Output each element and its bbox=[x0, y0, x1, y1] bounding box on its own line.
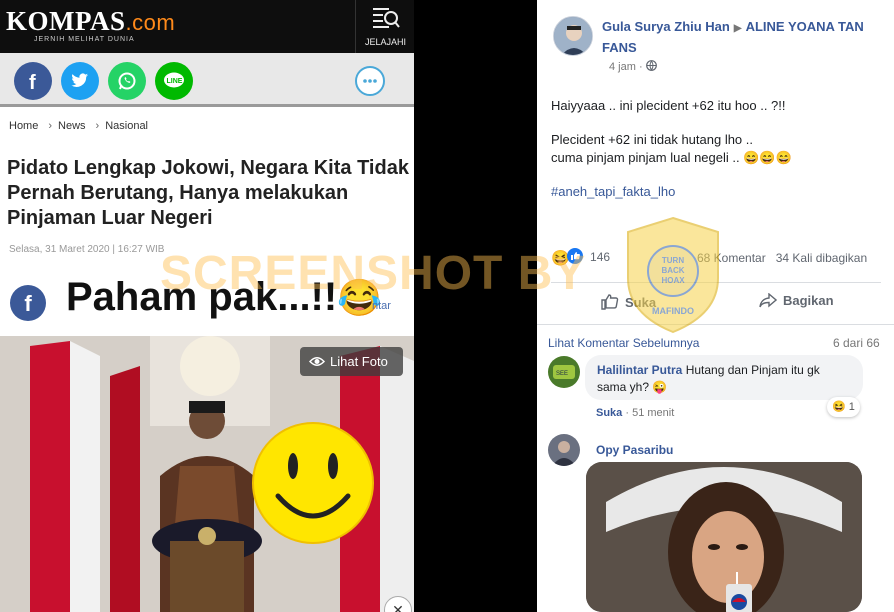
share-button[interactable]: Bagikan bbox=[759, 292, 834, 308]
kompas-article-panel: KOMPAS.com JERNIH MELIHAT DUNIA JELAJAHI… bbox=[0, 0, 414, 612]
jelajahi-menu-button[interactable]: JELAJAHI bbox=[355, 0, 414, 53]
share-whatsapp-button[interactable] bbox=[108, 62, 146, 100]
woman-drinking-soda-image bbox=[586, 462, 862, 612]
comment-image[interactable] bbox=[586, 462, 862, 612]
shares-count[interactable]: 34 Kali dibagikan bbox=[776, 251, 867, 265]
svg-text:SEE: SEE bbox=[556, 371, 568, 377]
kompas-logo-text: KOMPAS bbox=[6, 6, 126, 36]
breadcrumb-separator: › bbox=[48, 120, 53, 132]
jelajahi-label: JELAJAHI bbox=[364, 37, 406, 47]
share-line-button[interactable]: LINE bbox=[155, 62, 193, 100]
facebook-icon: f bbox=[29, 72, 36, 94]
comment-pagination-count: 6 dari 66 bbox=[833, 336, 880, 350]
comment-reaction-badge[interactable]: 😆 1 bbox=[827, 397, 860, 417]
post-time[interactable]: 4 jam bbox=[609, 61, 636, 73]
kompas-logo-suffix: .com bbox=[125, 10, 176, 35]
breadcrumb-separator: › bbox=[95, 120, 100, 132]
avatar[interactable]: SEE bbox=[548, 356, 580, 388]
post-author-line: Gula Surya Zhiu Han ▶ ALINE YOANA TAN FANS bbox=[602, 17, 887, 57]
profile-photo-icon bbox=[554, 17, 592, 55]
commenter-photo-icon: SEE bbox=[548, 356, 580, 388]
globe-icon bbox=[645, 60, 657, 71]
stamp-center-line-2: BACK bbox=[661, 266, 684, 275]
breadcrumb-home[interactable]: Home bbox=[9, 120, 38, 132]
haha-reaction-icon: 😆 bbox=[832, 401, 846, 413]
thumbs-up-icon bbox=[601, 294, 619, 310]
avatar[interactable] bbox=[548, 434, 580, 466]
facebook-icon[interactable]: f bbox=[10, 285, 46, 321]
article-photo bbox=[0, 336, 414, 612]
cut-off-text: ntar bbox=[372, 300, 391, 312]
reaction-count: 146 bbox=[590, 250, 611, 264]
avatar[interactable] bbox=[553, 16, 593, 56]
post-meta: 4 jam · bbox=[609, 60, 657, 73]
share-twitter-button[interactable] bbox=[61, 62, 99, 100]
comment-bubble: Halilintar Putra Hutang dan Pinjam itu g… bbox=[585, 355, 863, 400]
commenter-name[interactable]: Opy Pasaribu bbox=[596, 443, 673, 457]
watermark-text: SCREENSHOT BY bbox=[160, 247, 587, 300]
turn-back-hoax-logo: TURN BACK HOAX MAFINDO bbox=[627, 216, 719, 334]
share-facebook-button[interactable]: f bbox=[14, 62, 52, 100]
comment-time[interactable]: 51 menit bbox=[632, 407, 674, 419]
menu-search-icon bbox=[373, 8, 400, 28]
view-photo-button[interactable]: Lihat Foto bbox=[300, 347, 403, 376]
commenter-photo-icon bbox=[548, 434, 580, 466]
comment-meta: Suka · 51 menit bbox=[596, 407, 675, 419]
breadcrumb-news[interactable]: News bbox=[58, 120, 86, 132]
kompas-header: KOMPAS.com JERNIH MELIHAT DUNIA JELAJAHI bbox=[0, 0, 414, 53]
kompas-logo[interactable]: KOMPAS.com bbox=[6, 6, 175, 37]
chat-bubble-icon bbox=[363, 79, 377, 83]
share-more-button[interactable] bbox=[355, 66, 385, 96]
stamp-center-line-1: TURN bbox=[662, 256, 684, 265]
caret-right-icon: ▶ bbox=[733, 23, 742, 34]
line-icon: LINE bbox=[164, 72, 184, 88]
share-label: Bagikan bbox=[783, 293, 834, 308]
share-arrow-icon bbox=[759, 292, 778, 308]
screenshot-root: KOMPAS.com JERNIH MELIHAT DUNIA JELAJAHI… bbox=[0, 0, 894, 612]
stamp-bottom-text: MAFINDO bbox=[652, 306, 694, 316]
comment-reaction-count: 1 bbox=[848, 401, 855, 413]
whatsapp-icon bbox=[118, 72, 136, 90]
post-text: Haiyyaaa .. ini plecident +62 itu hoo ..… bbox=[551, 97, 881, 217]
view-photo-label: Lihat Foto bbox=[330, 354, 388, 369]
eye-icon bbox=[309, 357, 325, 366]
twitter-icon bbox=[71, 73, 88, 87]
post-paragraph: Haiyyaaa .. ini plecident +62 itu hoo ..… bbox=[551, 98, 786, 113]
kompas-tagline: JERNIH MELIHAT DUNIA bbox=[34, 36, 135, 43]
post-author-name[interactable]: Gula Surya Zhiu Han bbox=[602, 19, 730, 34]
post-paragraph: Plecident +62 ini tidak hutang lho .. cum… bbox=[551, 131, 881, 167]
svg-text:LINE: LINE bbox=[167, 78, 183, 85]
share-bar: f LINE bbox=[0, 53, 414, 107]
president-speech-photo bbox=[0, 336, 414, 612]
view-previous-comments-link[interactable]: Lihat Komentar Sebelumnya bbox=[548, 336, 699, 350]
breadcrumb-nasional[interactable]: Nasional bbox=[105, 120, 148, 132]
post-hashtag[interactable]: #aneh_tapi_fakta_lho bbox=[551, 183, 881, 201]
commenter-name[interactable]: Halilintar Putra bbox=[597, 363, 682, 377]
comment-like-button[interactable]: Suka bbox=[596, 407, 622, 419]
post-line: cuma pinjam pinjam lual negeli .. 😄😄😄 bbox=[551, 150, 792, 165]
stamp-center-line-3: HOAX bbox=[661, 276, 685, 285]
post-line: Plecident +62 ini tidak hutang lho .. bbox=[551, 132, 754, 147]
svg-text:f: f bbox=[29, 72, 36, 91]
article-date: Selasa, 31 Maret 2020 | 16:27 WIB bbox=[9, 244, 165, 255]
mafindo-stamp: TURN BACK HOAX MAFINDO bbox=[624, 216, 722, 334]
breadcrumb: Home › News › Nasional bbox=[9, 120, 152, 132]
engagement-counts: 68 Komentar 34 Kali dibagikan bbox=[697, 251, 867, 265]
article-title: Pidato Lengkap Jokowi, Negara Kita Tidak… bbox=[7, 157, 409, 229]
